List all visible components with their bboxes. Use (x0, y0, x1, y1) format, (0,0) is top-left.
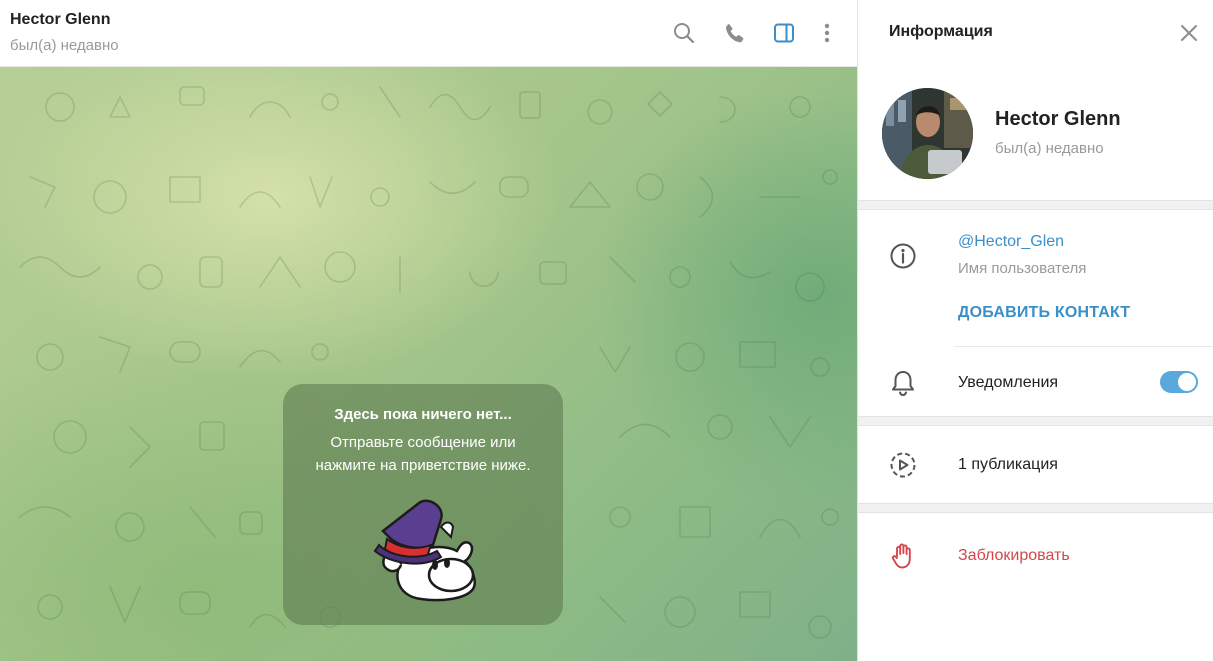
search-icon[interactable] (669, 18, 699, 48)
empty-chat-hint-line2: нажмите на приветствие ниже. (315, 457, 531, 474)
block-hand-icon (888, 541, 918, 571)
info-icon (888, 241, 918, 271)
toggle-knob (1178, 373, 1196, 391)
empty-chat-title: Здесь пока ничего нет... (334, 406, 512, 423)
section-divider (858, 503, 1213, 513)
empty-chat-hint: Отправьте сообщение или нажмите на приве… (303, 431, 543, 477)
info-panel: Информация Hector Glenn был(а) недавно @… (857, 0, 1213, 661)
avatar[interactable] (882, 88, 973, 179)
notifications-label[interactable]: Уведомления (958, 374, 1058, 392)
greeting-sticker[interactable] (373, 491, 483, 603)
empty-chat-card: Здесь пока ничего нет... Отправьте сообщ… (283, 384, 563, 625)
profile-status: был(а) недавно (995, 140, 1104, 157)
more-vertical-icon[interactable] (812, 18, 842, 48)
publications-item[interactable]: 1 публикация (958, 456, 1058, 474)
notifications-toggle[interactable] (1160, 371, 1198, 393)
chat-status: был(а) недавно (10, 37, 119, 54)
section-divider (858, 200, 1213, 210)
stories-icon (888, 450, 918, 480)
empty-chat-hint-line1: Отправьте сообщение или (330, 434, 516, 451)
section-divider (858, 416, 1213, 426)
chat-header[interactable]: Hector Glenn был(а) недавно (0, 0, 857, 67)
chat-area: Hector Glenn был(а) недавно Здесь пока н… (0, 0, 857, 661)
app-window: Hector Glenn был(а) недавно Здесь пока н… (0, 0, 1213, 661)
chat-title[interactable]: Hector Glenn (10, 11, 110, 29)
sidebar-toggle-icon[interactable] (769, 18, 799, 48)
profile-name: Hector Glenn (995, 108, 1121, 130)
chat-wallpaper: Здесь пока ничего нет... Отправьте сообщ… (0, 67, 857, 661)
avatar-photo-icon (882, 88, 973, 179)
username-label: Имя пользователя (958, 260, 1087, 277)
username-link[interactable]: @Hector_Glen (958, 233, 1064, 251)
bell-icon (888, 368, 918, 398)
phone-icon[interactable] (720, 18, 750, 48)
info-panel-title: Информация (889, 23, 993, 40)
block-button[interactable]: Заблокировать (958, 547, 1070, 565)
moomin-hat-sticker-icon (373, 499, 476, 602)
add-contact-button[interactable]: ДОБАВИТЬ КОНТАКТ (958, 304, 1130, 322)
close-icon[interactable] (1176, 20, 1202, 46)
row-divider (954, 346, 1213, 347)
